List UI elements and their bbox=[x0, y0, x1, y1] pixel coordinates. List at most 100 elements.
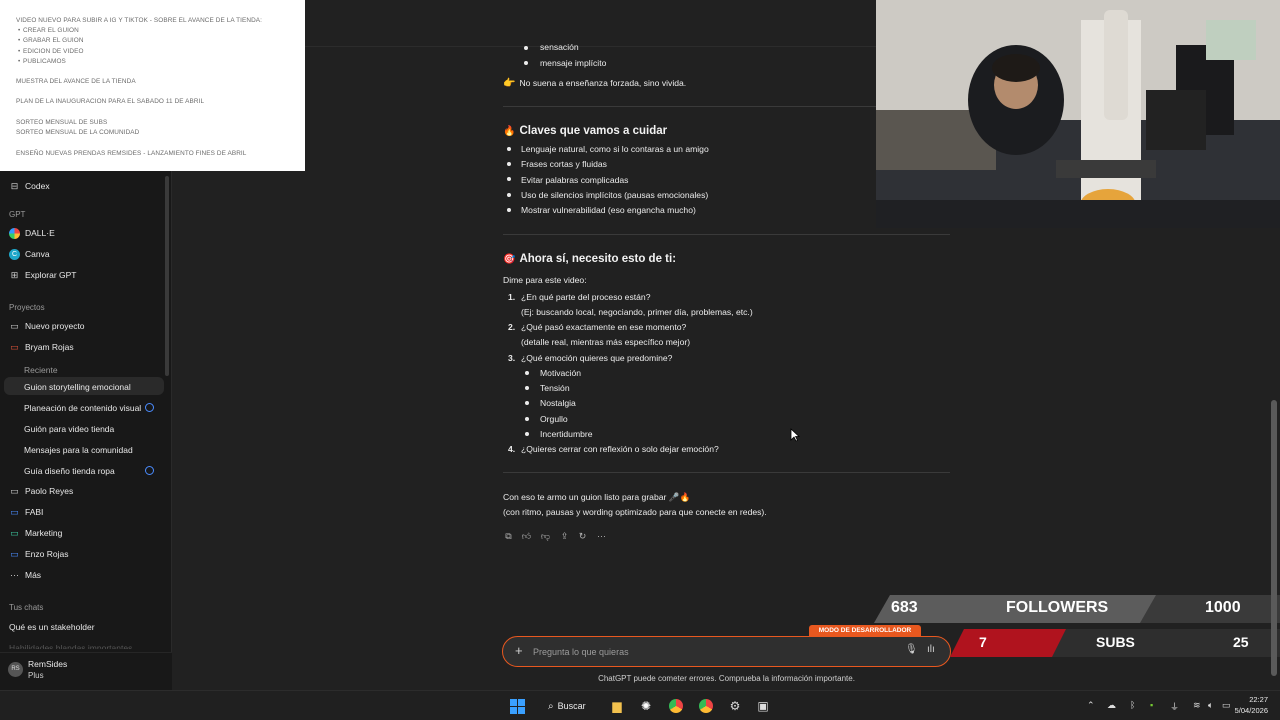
note-line: EDICION DE VIDEO bbox=[18, 48, 84, 55]
thumbs-up-icon[interactable]: 👍︎ bbox=[521, 531, 532, 542]
recent-chat-item[interactable]: Guión para video tienda bbox=[24, 424, 114, 434]
subs-current: 7 bbox=[979, 634, 987, 650]
folder-plus-icon: ▭ bbox=[10, 320, 19, 331]
recent-chat-item[interactable]: Guion storytelling emocional bbox=[24, 382, 131, 392]
bullet bbox=[507, 208, 511, 212]
sidebar-item-codex[interactable]: ⊟ Codex bbox=[0, 176, 165, 196]
sidebar-item-label: DALL·E bbox=[25, 228, 55, 238]
user-name: RemSides bbox=[28, 659, 68, 669]
header-divider bbox=[305, 46, 876, 47]
subs-goal: 25 bbox=[1233, 634, 1249, 650]
bullet-text: Mostrar vulnerabilidad (eso engancha muc… bbox=[521, 205, 696, 215]
emotion-option: Tensión bbox=[540, 383, 570, 393]
bullet bbox=[524, 46, 528, 50]
section-heading: 🎯 Ahora sí, necesito esto de ti: bbox=[503, 253, 676, 265]
folder-icon: ▭ bbox=[10, 548, 19, 559]
note-line: SORTEO MENSUAL DE SUBS bbox=[16, 119, 108, 126]
sidebar-item-label: Codex bbox=[25, 181, 50, 191]
chrome-icon[interactable] bbox=[667, 697, 685, 715]
sidebar-item-label: Enzo Rojas bbox=[25, 549, 69, 559]
bullet-text: Frases cortas y fluidas bbox=[521, 159, 607, 169]
recent-chat-item[interactable]: Mensajes para la comunidad bbox=[24, 445, 133, 455]
recent-chat-item[interactable]: Guía diseño tienda ropa bbox=[24, 466, 115, 476]
chat-scrollbar[interactable] bbox=[1271, 400, 1277, 676]
sidebar-item-more[interactable]: ··· Más bbox=[0, 565, 165, 585]
new-project-button[interactable]: ▭ Nuevo proyecto bbox=[0, 316, 165, 336]
bullet bbox=[507, 147, 511, 151]
app-icon[interactable]: ⚙ bbox=[726, 697, 744, 715]
bullet-text: sensación bbox=[540, 42, 579, 52]
heading-text: Claves que vamos a cuidar bbox=[519, 125, 668, 137]
bullet-text: Uso de silencios implícitos (pausas emoc… bbox=[521, 190, 709, 200]
copy-icon[interactable]: ⧉ bbox=[503, 531, 514, 542]
bullet bbox=[507, 162, 511, 166]
share-icon[interactable]: ⇪ bbox=[559, 531, 570, 542]
emotion-option: Incertidumbre bbox=[540, 429, 593, 439]
question-subtext: (detalle real, mientras más específico m… bbox=[521, 337, 691, 347]
user-plan: Plus bbox=[28, 671, 44, 680]
recent-chat-item[interactable]: Planeación de contenido visual bbox=[24, 403, 141, 413]
sidebar-item-project-bryam[interactable]: ▭ Bryam Rojas bbox=[0, 337, 165, 357]
prompt-input[interactable] bbox=[533, 645, 893, 659]
usb-icon[interactable]: ⏚ bbox=[1170, 700, 1179, 713]
avatar: RS bbox=[8, 662, 23, 677]
question-text: ¿En qué parte del proceso están? bbox=[521, 292, 651, 302]
bullet-text: mensaje implícito bbox=[540, 58, 607, 68]
bluetooth-icon[interactable]: ᛒ bbox=[1130, 700, 1135, 710]
sidebar-item-label: Canva bbox=[25, 249, 50, 259]
app-icon[interactable]: ▣ bbox=[754, 697, 772, 715]
wifi-icon[interactable]: ≋ bbox=[1193, 700, 1201, 711]
sidebar-item-project-fabi[interactable]: ▭ FABI bbox=[0, 502, 165, 522]
subs-progress-fill bbox=[950, 629, 1066, 657]
pointing-note: 👉 No suena a enseñanza forzada, sino vivi… bbox=[503, 78, 686, 89]
chat-item[interactable]: Qué es un stakeholder bbox=[9, 622, 95, 632]
chat-item[interactable]: Habilidades blandas importantes bbox=[9, 643, 132, 649]
chrome-icon[interactable] bbox=[697, 697, 715, 715]
speaker-icon[interactable]: 🔈︎ bbox=[1208, 700, 1213, 711]
bullet-text: Lenguaje natural, como si lo contaras a … bbox=[521, 144, 709, 154]
loading-ring-icon bbox=[145, 466, 154, 475]
ellipsis-icon: ··· bbox=[10, 570, 19, 580]
webcam-scene bbox=[876, 0, 1280, 228]
clock-date[interactable]: 5/04/2026 bbox=[1222, 706, 1268, 715]
chevron-up-icon[interactable]: ⌃ bbox=[1087, 700, 1095, 711]
sidebar-item-project-enzo[interactable]: ▭ Enzo Rojas bbox=[0, 544, 165, 564]
more-options-icon[interactable]: ··· bbox=[596, 531, 607, 542]
windows-start-icon[interactable] bbox=[508, 697, 526, 715]
outro-text: Con eso te armo un guion listo para grab… bbox=[503, 492, 691, 502]
bullet bbox=[507, 177, 511, 181]
clock-time[interactable]: 22:27 bbox=[1228, 695, 1268, 704]
note-text: No suena a enseñanza forzada, sino vivid… bbox=[519, 78, 687, 88]
bullet-text: Evitar palabras complicadas bbox=[521, 175, 629, 185]
question-text: ¿Qué pasó exactamente en ese momento? bbox=[521, 322, 687, 332]
list-number: 1. bbox=[508, 292, 516, 302]
sidebar-item-dalle[interactable]: DALL·E bbox=[0, 223, 165, 243]
sidebar-scrollbar[interactable] bbox=[165, 176, 169, 376]
thumbs-down-icon[interactable]: 👎︎ bbox=[540, 531, 551, 542]
sidebar-item-label: Marketing bbox=[25, 528, 63, 538]
gpt-section-header: GPT bbox=[9, 210, 26, 219]
regenerate-icon[interactable]: ↻ bbox=[577, 531, 588, 542]
cloud-icon[interactable]: ☁ bbox=[1107, 700, 1116, 711]
grid-icon: ⊞ bbox=[10, 269, 19, 280]
sidebar-item-project-paolo[interactable]: ▭ Paolo Reyes bbox=[0, 481, 165, 501]
nvidia-icon[interactable]: ▪ bbox=[1150, 700, 1153, 710]
file-explorer-icon[interactable]: ▆ bbox=[608, 697, 626, 715]
note-line: PUBLICAMOS bbox=[18, 58, 66, 65]
chatgpt-app-icon[interactable]: ✺ bbox=[637, 697, 655, 715]
followers-label: FOLLOWERS bbox=[1006, 599, 1109, 616]
sidebar-item-label: Más bbox=[25, 570, 42, 580]
plus-icon[interactable]: + bbox=[515, 643, 523, 658]
user-profile[interactable]: RS RemSides Plus bbox=[0, 652, 172, 690]
heading-text: Ahora sí, necesito esto de ti: bbox=[519, 253, 677, 265]
sidebar-item-canva[interactable]: C Canva bbox=[0, 244, 165, 264]
windows-taskbar: ⌕ Buscar ▆ ✺ ⚙ ▣ ⌃ ☁ ᛒ ▪ ⏚ ≋ 🔈︎ ▭ 22:27 … bbox=[0, 690, 1280, 720]
dalle-icon bbox=[9, 227, 20, 239]
taskbar-search[interactable]: ⌕ Buscar bbox=[540, 696, 590, 716]
sidebar-item-label: Bryam Rojas bbox=[25, 342, 74, 352]
bullet bbox=[525, 417, 529, 421]
list-number: 2. bbox=[508, 322, 516, 332]
sidebar-item-project-marketing[interactable]: ▭ Marketing bbox=[0, 523, 165, 543]
divider bbox=[503, 472, 950, 473]
sidebar-item-explore-gpt[interactable]: ⊞ Explorar GPT bbox=[0, 265, 165, 285]
